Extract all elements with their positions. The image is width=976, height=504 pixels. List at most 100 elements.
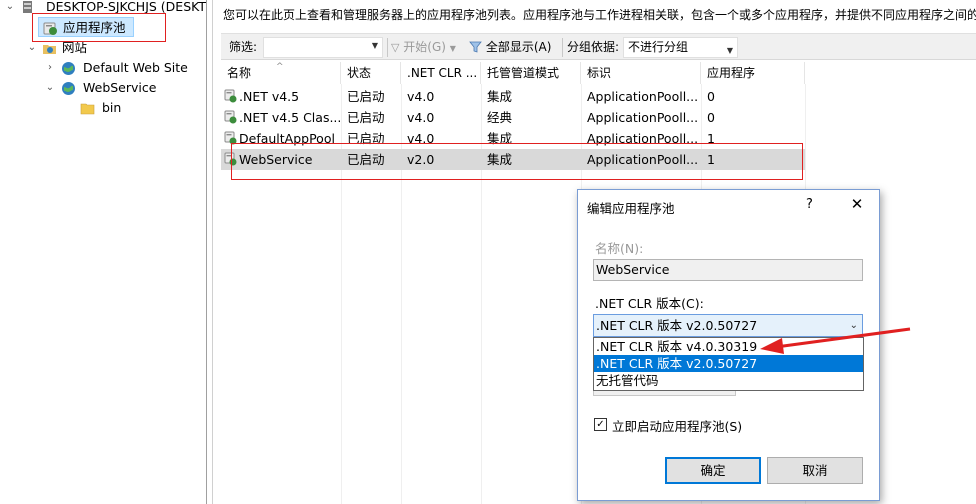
- cell-name: WebService: [221, 149, 341, 170]
- cell-name-text: .NET v4.5: [239, 89, 300, 104]
- cell-applications: 1: [701, 128, 805, 149]
- cell-pipeline-mode-text: 经典: [487, 110, 513, 125]
- clr-version-label: .NET CLR 版本(C):: [595, 296, 704, 311]
- clr-version-select[interactable]: .NET CLR 版本 v2.0.50727 ⌄: [593, 314, 863, 337]
- column-header-status[interactable]: 状态: [341, 62, 401, 84]
- clr-option-v2[interactable]: .NET CLR 版本 v2.0.50727: [594, 355, 863, 372]
- cell-status: 已启动: [341, 86, 401, 107]
- help-button[interactable]: ?: [806, 197, 813, 212]
- cell-pipeline-mode-text: 集成: [487, 152, 513, 167]
- cell-pipeline-mode: 经典: [481, 107, 581, 128]
- app-pool-icon: [224, 109, 237, 124]
- show-all-button[interactable]: 全部显示(A): [469, 39, 551, 56]
- column-header-name[interactable]: 名称 ^: [221, 62, 341, 84]
- cell-applications-text: 0: [707, 89, 715, 104]
- show-all-label: 全部显示(A): [485, 40, 552, 54]
- cell-identity-text: ApplicationPooll...: [587, 89, 699, 104]
- cell-identity-text: ApplicationPooll...: [587, 152, 699, 167]
- group-by-select[interactable]: 不进行分组 ▼: [623, 37, 738, 58]
- cell-status: 已启动: [341, 128, 401, 149]
- autostart-checkbox[interactable]: ✓: [594, 418, 607, 431]
- dropdown-arrow-icon: ▼: [726, 46, 733, 55]
- tree-node-default-web-site[interactable]: › Default Web Site: [44, 58, 204, 78]
- tree-label-app-pools: 应用程序池: [63, 20, 126, 35]
- table-row[interactable]: .NET v4.5 已启动 v4.0 集成 ApplicationPooll... 0: [221, 86, 805, 107]
- cell-applications: 0: [701, 86, 805, 107]
- sort-ascending-icon: ^: [276, 62, 284, 72]
- filter-input[interactable]: ▼: [263, 37, 383, 58]
- cell-clr-version-text: v4.0: [407, 131, 435, 146]
- tree-node-bin[interactable]: bin: [80, 98, 160, 118]
- table-row[interactable]: DefaultAppPool 已启动 v4.0 集成 ApplicationPooll.…: [221, 128, 805, 149]
- group-by-label: 分组依据:: [567, 40, 620, 54]
- tree-label-default-web-site: Default Web Site: [83, 60, 188, 75]
- ok-button[interactable]: 确定: [665, 457, 761, 484]
- column-header-applications[interactable]: 应用程序: [701, 62, 805, 84]
- cell-identity-text: ApplicationPooll...: [587, 131, 699, 146]
- table-row[interactable]: WebService 已启动 v2.0 集成 ApplicationPooll... 1: [221, 149, 805, 170]
- cell-applications-text: 1: [707, 152, 715, 167]
- clr-option-v4[interactable]: .NET CLR 版本 v4.0.30319: [594, 338, 863, 355]
- connections-tree: ⌄ DESKTOP-SJKCHJS (DESKTOP 应用程序池 ⌄ 网站 › …: [0, 0, 207, 504]
- collapse-chevron-icon[interactable]: ⌄: [4, 0, 16, 17]
- tree-label-webservice: WebService: [83, 80, 157, 95]
- cell-applications: 1: [701, 149, 805, 170]
- tree-node-sites[interactable]: ⌄ 网站: [26, 38, 196, 58]
- cell-applications-text: 0: [707, 110, 715, 125]
- tree-label-bin: bin: [102, 100, 122, 115]
- cell-status-text: 已启动: [347, 89, 385, 104]
- dialog-title: 编辑应用程序池: [587, 201, 675, 216]
- toolbar-divider: [562, 38, 563, 57]
- cell-name-text: WebService: [239, 152, 313, 167]
- cell-identity-text: ApplicationPooll...: [587, 110, 699, 125]
- app-pool-icon: [43, 21, 58, 36]
- group-by-value: 不进行分组: [628, 40, 689, 54]
- cancel-button[interactable]: 取消: [767, 457, 863, 484]
- cell-applications-text: 1: [707, 131, 715, 146]
- start-filter-button[interactable]: ▽ 开始(G) ▼: [391, 39, 456, 56]
- cell-status-text: 已启动: [347, 152, 385, 167]
- tree-node-server[interactable]: ⌄ DESKTOP-SJKCHJS (DESKTOP: [4, 0, 206, 17]
- cell-clr-version: v2.0: [401, 149, 481, 170]
- cell-clr-version: v4.0: [401, 128, 481, 149]
- cell-pipeline-mode-text: 集成: [487, 89, 513, 104]
- cell-clr-version-text: v4.0: [407, 110, 435, 125]
- collapse-chevron-icon[interactable]: ⌄: [44, 78, 56, 98]
- column-header-identity[interactable]: 标识: [581, 62, 701, 84]
- cell-name-text: .NET v4.5 Clas...: [239, 110, 341, 125]
- collapse-chevron-icon[interactable]: ⌄: [26, 38, 38, 58]
- cell-status-text: 已启动: [347, 110, 385, 125]
- edit-app-pool-dialog: 编辑应用程序池 ? ✕ 名称(N): WebService .NET CLR 版…: [577, 189, 880, 501]
- table-row[interactable]: .NET v4.5 Clas... 已启动 v4.0 经典 ApplicationPoo…: [221, 107, 805, 128]
- name-label: 名称(N):: [595, 241, 644, 256]
- folder-icon: [80, 101, 95, 116]
- cell-name-text: DefaultAppPool: [239, 131, 335, 146]
- expand-chevron-icon[interactable]: ›: [44, 58, 56, 78]
- cell-clr-version-text: v4.0: [407, 89, 435, 104]
- close-icon[interactable]: ✕: [846, 193, 868, 215]
- cell-pipeline-mode-text: 集成: [487, 131, 513, 146]
- tree-node-app-pools[interactable]: 应用程序池: [38, 17, 134, 37]
- cell-status: 已启动: [341, 149, 401, 170]
- cell-pipeline-mode: 集成: [481, 86, 581, 107]
- name-field[interactable]: WebService: [593, 259, 863, 281]
- clr-version-selected: .NET CLR 版本 v2.0.50727: [596, 318, 758, 333]
- cell-identity: ApplicationPooll...: [581, 149, 701, 170]
- cell-identity: ApplicationPooll...: [581, 128, 701, 149]
- clr-option-no-managed[interactable]: 无托管代码: [594, 372, 863, 389]
- tree-node-webservice[interactable]: ⌄ WebService: [44, 78, 204, 98]
- column-header-pipeline[interactable]: 托管管道模式: [481, 62, 581, 84]
- globe-icon: [61, 81, 76, 96]
- cell-status-text: 已启动: [347, 131, 385, 146]
- globe-icon: [61, 61, 76, 76]
- server-icon: [20, 0, 35, 15]
- funnel-icon: ▽: [391, 41, 400, 54]
- tree-label-sites: 网站: [62, 40, 88, 55]
- column-header-clr[interactable]: .NET CLR ...: [401, 62, 481, 84]
- dropdown-arrow-icon: ▼: [371, 41, 378, 50]
- cell-status: 已启动: [341, 107, 401, 128]
- filter-label: 筛选:: [229, 40, 258, 54]
- cell-identity: ApplicationPooll...: [581, 107, 701, 128]
- column-header-label: 名称: [227, 66, 252, 80]
- chevron-down-icon: ⌄: [849, 320, 858, 331]
